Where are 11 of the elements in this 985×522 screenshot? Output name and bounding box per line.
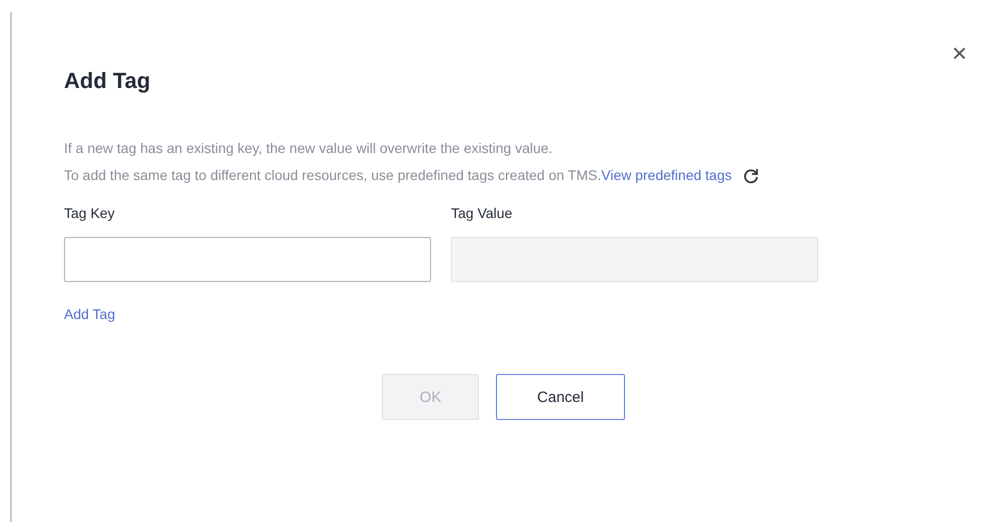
add-tag-link[interactable]: Add Tag [64, 306, 116, 322]
refresh-icon[interactable] [742, 167, 760, 186]
field-label: Tag Key [64, 205, 116, 222]
dialog-title: Add Tag [64, 68, 150, 94]
note-text: To add the same tag to different cloud resources, use predefined tags created on TMS.View predefined tags [64, 165, 869, 186]
close-button[interactable]: × [952, 40, 967, 66]
view-tags-link[interactable]: View predefined tags [601, 167, 732, 183]
input-field[interactable] [64, 237, 431, 282]
field-label: Tag Value [451, 205, 514, 222]
note-text: If a new tag has an existing key, the new value will overwrite the existing value. [64, 139, 554, 158]
cancel-button[interactable]: Cancel [496, 374, 625, 420]
